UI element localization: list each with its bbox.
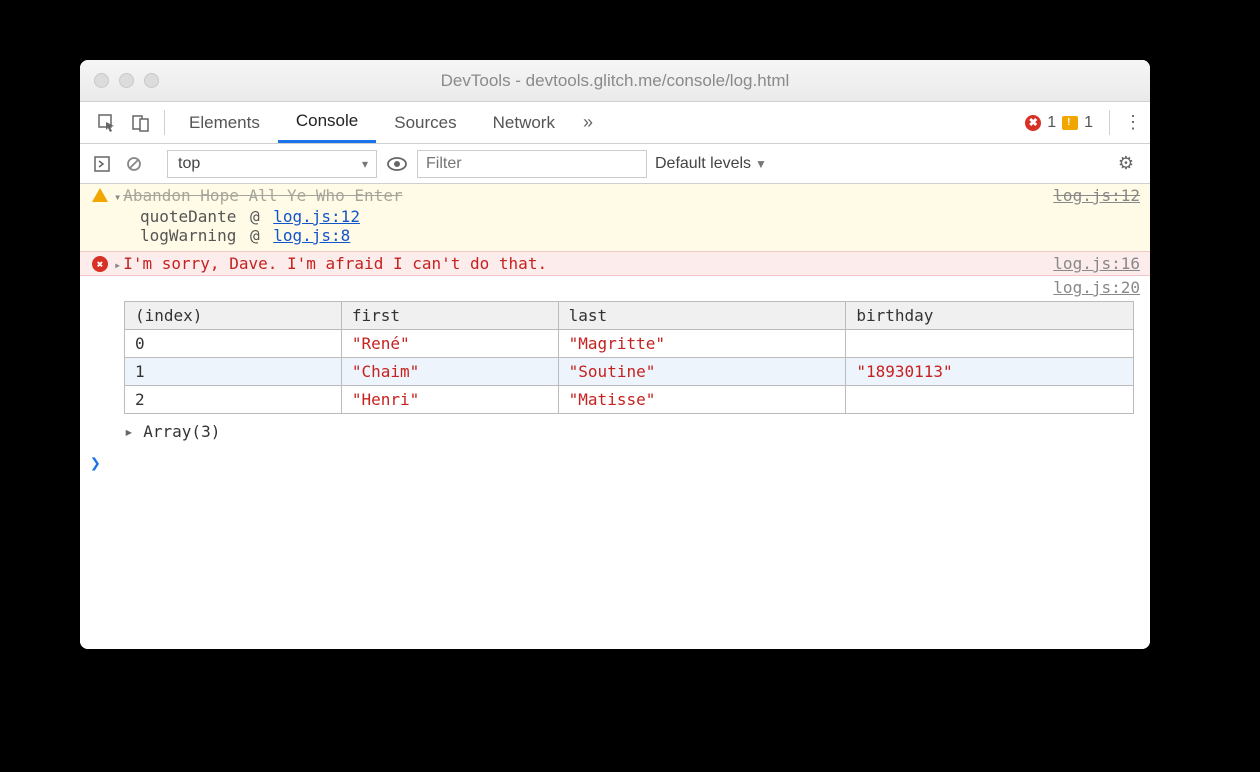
error-icon: ✖ (1025, 115, 1041, 131)
stack-trace-line: logWarning @ log.js:8 (80, 226, 1150, 251)
live-expression-icon[interactable] (385, 157, 409, 171)
col-first[interactable]: first (341, 302, 558, 330)
device-toolbar-icon[interactable] (124, 102, 158, 143)
warning-icon (1062, 116, 1078, 130)
filter-input[interactable] (417, 150, 647, 178)
console-log-area: ▾Abandon Hope All Ye Who Enter log.js:12… (80, 184, 1150, 649)
array-summary[interactable]: Array(3) (80, 418, 1150, 447)
warning-text: Abandon Hope All Ye Who Enter (123, 186, 402, 205)
status-counts[interactable]: ✖ 1 1 (1015, 102, 1103, 143)
table-source-line: log.js:20 (80, 276, 1150, 297)
settings-menu-icon[interactable]: ⋮ (1116, 102, 1150, 143)
error-icon: ✖ (92, 256, 108, 272)
tabs-overflow[interactable]: » (573, 102, 603, 143)
devtools-window: DevTools - devtools.glitch.me/console/lo… (80, 60, 1150, 649)
stack-link[interactable]: log.js:12 (273, 207, 360, 226)
console-table: (index) first last birthday 0 "René" "Ma… (124, 301, 1134, 414)
warning-count: 1 (1084, 114, 1093, 132)
panel-tabstrip: Elements Console Sources Network » ✖ 1 1… (80, 102, 1150, 144)
execution-context-selector[interactable]: top (167, 150, 377, 178)
col-last[interactable]: last (558, 302, 846, 330)
stack-link[interactable]: log.js:8 (273, 226, 350, 245)
error-count: 1 (1047, 114, 1056, 132)
error-text: I'm sorry, Dave. I'm afraid I can't do t… (123, 254, 547, 273)
console-prompt[interactable]: ❯ (80, 447, 1150, 480)
table-row: 2 "Henri" "Matisse" (125, 386, 1134, 414)
col-birthday[interactable]: birthday (846, 302, 1134, 330)
stack-fn: logWarning (140, 226, 236, 245)
clear-console-icon[interactable] (122, 156, 146, 172)
toggle-console-drawer-icon[interactable] (90, 156, 114, 172)
titlebar: DevTools - devtools.glitch.me/console/lo… (80, 60, 1150, 102)
table-row: 0 "René" "Magritte" (125, 330, 1134, 358)
log-levels-label: Default levels (655, 155, 751, 173)
col-index[interactable]: (index) (125, 302, 342, 330)
tab-network[interactable]: Network (475, 102, 573, 143)
warning-icon (92, 188, 108, 202)
stack-fn: quoteDante (140, 207, 236, 226)
tab-sources[interactable]: Sources (376, 102, 474, 143)
console-error-row[interactable]: ✖ ▸I'm sorry, Dave. I'm afraid I can't d… (80, 251, 1150, 276)
stack-trace-line: quoteDante @ log.js:12 (80, 207, 1150, 226)
inspect-element-icon[interactable] (90, 102, 124, 143)
console-settings-icon[interactable]: ⚙ (1112, 153, 1140, 174)
window-title: DevTools - devtools.glitch.me/console/lo… (80, 71, 1150, 91)
source-link[interactable]: log.js:12 (1053, 186, 1140, 205)
tab-console[interactable]: Console (278, 102, 376, 143)
console-toolbar: top Default levels ▼ ⚙ (80, 144, 1150, 184)
tab-elements[interactable]: Elements (171, 102, 278, 143)
source-link[interactable]: log.js:16 (1053, 254, 1140, 273)
source-link[interactable]: log.js:20 (1053, 278, 1140, 297)
log-levels-selector[interactable]: Default levels ▼ (655, 155, 767, 173)
expand-toggle-icon[interactable]: ▸ (114, 258, 121, 272)
table-row: 1 "Chaim" "Soutine" "18930113" (125, 358, 1134, 386)
console-warning-row[interactable]: ▾Abandon Hope All Ye Who Enter log.js:12 (80, 184, 1150, 207)
expand-toggle-icon[interactable]: ▾ (114, 190, 121, 204)
